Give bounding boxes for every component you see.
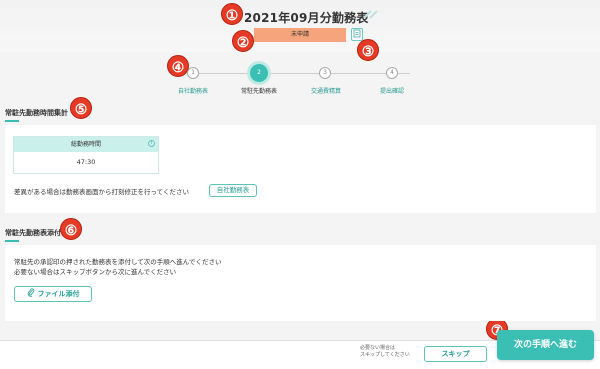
total-hours-box: 総勤務時間 47:30 i: [13, 136, 159, 174]
step-3-label[interactable]: 交通費精算: [291, 86, 361, 95]
step-2-label: 常駐先勤務表: [240, 88, 277, 95]
info-icon[interactable]: i: [148, 140, 155, 147]
annotation-marker-2: ②: [232, 30, 254, 52]
annotation-marker-6: ⑥: [60, 218, 82, 240]
annotation-marker-1: ①: [221, 3, 243, 25]
skip-note: 必要ない場合は スキップしてください: [360, 345, 410, 359]
step-2-circle: 2: [250, 64, 268, 82]
step-1-circle[interactable]: 1: [187, 67, 199, 79]
attach-instruction-2: 必要ない場合はスキップボタンから次に進んでください: [14, 268, 177, 276]
section-underline: [5, 120, 19, 122]
total-hours-value: 47:30: [76, 158, 96, 166]
document-icon-glyph: [353, 29, 361, 38]
page-title: 2021年09月分勤務表: [244, 11, 369, 25]
step-4-label[interactable]: 提出確認: [357, 86, 427, 95]
document-icon[interactable]: [351, 28, 363, 41]
hours-note: 差異がある場合は勤務表画面から打刻修正を行ってください: [14, 188, 189, 196]
section-title-hours-text: 常駐先勤務時間集計: [5, 109, 68, 117]
attach-file-label: ファイル添付: [37, 290, 80, 298]
step-1-label[interactable]: 自社勤務表: [158, 86, 228, 95]
stripes-icon: [363, 10, 378, 19]
skip-button[interactable]: スキップ: [424, 346, 487, 362]
skip-note-line-2: スキップしてください: [360, 352, 410, 358]
section-title-attach-text: 常駐先勤務表添付: [5, 229, 61, 237]
section-title-attach: 常駐先勤務表添付: [5, 228, 61, 242]
skip-note-line-1: 必要ない場合は: [360, 345, 396, 351]
total-hours-header: 総勤務時間: [14, 137, 158, 152]
attach-file-button[interactable]: ファイル添付: [14, 286, 92, 302]
step-3-circle[interactable]: 3: [319, 67, 331, 79]
paperclip-icon: [27, 288, 34, 297]
section-title-hours: 常駐先勤務時間集計: [5, 108, 68, 122]
attach-instruction-1: 常駐先の承認印の押された勤務表を添付して次の手順へ進んでください: [14, 258, 222, 266]
step-4-circle[interactable]: 4: [386, 67, 398, 79]
header: 2021年09月分勤務表 未申請: [0, 0, 600, 52]
section-underline: [5, 240, 19, 242]
stepper-line: [193, 73, 410, 74]
progress-stepper: 1 2 3 4 自社勤務表 常駐先勤務表 交通費精算 提出確認: [150, 58, 450, 98]
next-step-button[interactable]: 次の手順へ進む: [497, 330, 594, 360]
status-badge: 未申請: [254, 28, 346, 42]
annotation-marker-5: ⑤: [70, 97, 92, 119]
company-timesheet-button[interactable]: 自社勤務表: [209, 184, 257, 197]
